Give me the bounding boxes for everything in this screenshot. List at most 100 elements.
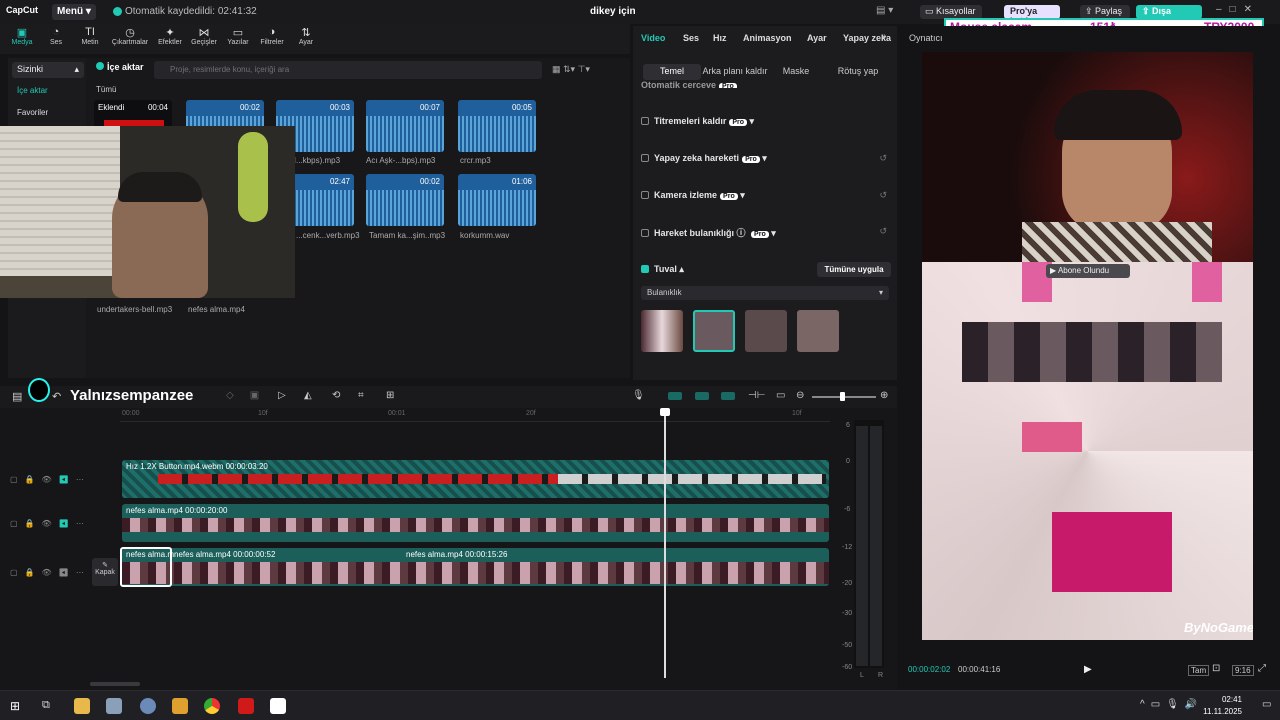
- split-icon[interactable]: ⊣⊢: [748, 390, 765, 401]
- tool-media[interactable]: ▣ Medya: [6, 26, 38, 46]
- media-player-icon[interactable]: [172, 698, 188, 714]
- tabs-more-icon[interactable]: »: [881, 31, 887, 42]
- chrome-icon[interactable]: [204, 698, 220, 714]
- mic-icon[interactable]: 🎙: [632, 390, 645, 401]
- shortcuts-button[interactable]: ▭ Kısayollar: [920, 5, 982, 19]
- crop-icon[interactable]: ⌗: [358, 390, 364, 401]
- canvas-blur-option[interactable]: [641, 310, 683, 352]
- selected-clip[interactable]: [120, 547, 172, 587]
- subtab-basic[interactable]: Temel: [643, 64, 701, 80]
- tray-icons[interactable]: ^▭🎙🔊: [1140, 699, 1203, 710]
- tool-captions[interactable]: ▭ Yazılar: [222, 26, 254, 46]
- reset-icon[interactable]: ↺: [879, 226, 887, 237]
- tool-adjust[interactable]: ⇅ Ayar: [290, 26, 322, 46]
- playback-icon[interactable]: ▷: [278, 390, 286, 401]
- tool-transitions[interactable]: ⋈ Geçişler: [188, 26, 220, 46]
- tab-audio[interactable]: Ses: [683, 33, 699, 43]
- start-icon[interactable]: ⊞: [10, 699, 20, 713]
- app-icon[interactable]: [140, 698, 156, 714]
- reset-icon[interactable]: ↺: [879, 190, 887, 201]
- tool-text[interactable]: TI Metin: [74, 26, 106, 46]
- tool-effects[interactable]: ✦ Efektler: [154, 26, 186, 46]
- project-title[interactable]: dikey için: [590, 6, 636, 17]
- option-motion-blur[interactable]: Hareket bulanıklığı ⓘ Pro ▾: [641, 226, 776, 239]
- preview-axis-icon[interactable]: [721, 392, 735, 400]
- track-controls[interactable]: ▢🔒👁◀⋯: [10, 519, 91, 528]
- magnet-toggle-icon[interactable]: [695, 392, 709, 400]
- video-track-clip[interactable]: nefes alma.mp4 00:00:20:00: [122, 504, 829, 542]
- media-thumb[interactable]: 00:05: [458, 100, 536, 152]
- sidebar-item-import[interactable]: İçe aktar: [17, 86, 48, 95]
- timeline-layout-icon[interactable]: ▤: [12, 390, 22, 403]
- subtab-retouch[interactable]: Rötuş yap: [829, 64, 887, 80]
- subtab-remove-bg[interactable]: Arka planı kaldır: [701, 64, 769, 80]
- checkbox[interactable]: [641, 154, 649, 162]
- mirror-icon[interactable]: ◭: [304, 390, 312, 401]
- option-auto-reframe[interactable]: Otomatik çerçeve Pro: [641, 80, 737, 88]
- fullscreen-quality[interactable]: Tam: [1188, 665, 1210, 676]
- horizontal-scrollbar[interactable]: [90, 682, 140, 686]
- menu-button[interactable]: Menü ▾: [52, 4, 96, 20]
- track-controls[interactable]: ▢🔒👁◀⋯: [10, 568, 91, 577]
- aspect-ratio[interactable]: 9:16: [1232, 665, 1254, 676]
- ai-tool-icon[interactable]: ⊞: [386, 390, 394, 401]
- expand-icon[interactable]: ⤢: [1258, 663, 1266, 674]
- canvas-type-select[interactable]: Bulanıklık ▾: [641, 286, 889, 300]
- media-thumb[interactable]: 00:07: [366, 100, 444, 152]
- zoom-slider-handle[interactable]: [840, 392, 845, 401]
- cover-button[interactable]: ✎ Kapak: [92, 558, 118, 586]
- checkbox[interactable]: [641, 117, 649, 125]
- task-view-icon[interactable]: ⧉: [42, 699, 50, 712]
- tool-stickers[interactable]: ◷ Çıkartmalar: [110, 26, 150, 46]
- canvas-blur-option[interactable]: [745, 310, 787, 352]
- capcut-icon[interactable]: [270, 698, 286, 714]
- track-controls[interactable]: ▢🔒👁◀⋯: [10, 475, 91, 484]
- zoom-out-icon[interactable]: ⊖: [796, 390, 804, 401]
- reset-icon[interactable]: ↺: [879, 153, 887, 164]
- edit-tools[interactable]: ◇▣: [226, 390, 275, 401]
- subtab-mask[interactable]: Maske: [771, 64, 821, 80]
- pdf-icon[interactable]: [238, 698, 254, 714]
- caption-preview-icon[interactable]: ▭: [776, 390, 785, 401]
- media-thumb[interactable]: 00:02: [366, 174, 444, 226]
- sidebar-category-select[interactable]: Sizinki ▴: [12, 62, 84, 78]
- layout-icon[interactable]: ▤ ▾: [876, 5, 893, 16]
- canvas-blur-option-selected[interactable]: [693, 310, 735, 352]
- play-button[interactable]: ▶: [1084, 664, 1092, 675]
- pro-join-button[interactable]: Pro'ya katıl: [1004, 5, 1060, 26]
- option-camera-tracking[interactable]: Kamera izleme Pro ▾: [641, 190, 745, 201]
- apply-all-button[interactable]: Tümüne uygula: [817, 262, 891, 277]
- snapshot-icon[interactable]: ⊡: [1212, 663, 1220, 674]
- undo-icon[interactable]: ↶: [52, 390, 61, 403]
- tab-speed[interactable]: Hız: [713, 33, 727, 43]
- timeline-ruler[interactable]: 00:00 10f 00:01 20f 10f: [120, 408, 830, 422]
- import-button[interactable]: İçe aktar: [96, 62, 148, 78]
- checkbox[interactable]: [641, 229, 649, 237]
- rotate-icon[interactable]: ⟲: [332, 390, 340, 401]
- checkbox[interactable]: [641, 191, 649, 199]
- share-button[interactable]: ⇪ Paylaş: [1080, 5, 1130, 19]
- option-canvas[interactable]: Tuval ▴: [641, 264, 684, 275]
- view-toggle-icon[interactable]: ▦ ⇅▾ ⊤▾: [552, 64, 590, 75]
- window-controls[interactable]: –□✕: [1216, 4, 1260, 15]
- notification-icon[interactable]: ▭: [1262, 699, 1271, 710]
- media-thumb[interactable]: 01:06: [458, 174, 536, 226]
- export-button[interactable]: ⇪ Dışa Aktar: [1136, 5, 1202, 27]
- tab-animation[interactable]: Animasyon: [743, 33, 792, 43]
- canvas-blur-option[interactable]: [797, 310, 839, 352]
- tool-filters[interactable]: ◑ Filtreler: [256, 26, 288, 46]
- checkbox-checked[interactable]: [641, 265, 649, 273]
- file-explorer-icon[interactable]: [74, 698, 90, 714]
- filter-all-label[interactable]: Tümü: [96, 85, 116, 94]
- tab-adjust[interactable]: Ayar: [807, 33, 827, 43]
- option-ai-motion[interactable]: Yapay zeka hareketi Pro ▾: [641, 153, 767, 164]
- effect-track-clip[interactable]: Hız 1.2X Button.mp4.webm 00:00:03:20: [122, 460, 829, 498]
- playhead[interactable]: [664, 408, 666, 678]
- media-search-input[interactable]: Proje, resimlerde konu, içeriği ara: [154, 61, 542, 79]
- sidebar-item-favorites[interactable]: Favoriler: [17, 108, 48, 117]
- main-track-clip[interactable]: nefes alma.m nefes alma.mp4 00:00:00:52 …: [120, 547, 829, 587]
- playhead-handle[interactable]: [660, 408, 670, 416]
- tab-video[interactable]: Video: [641, 33, 665, 43]
- link-toggle-icon[interactable]: [668, 392, 682, 400]
- app-icon[interactable]: [106, 698, 122, 714]
